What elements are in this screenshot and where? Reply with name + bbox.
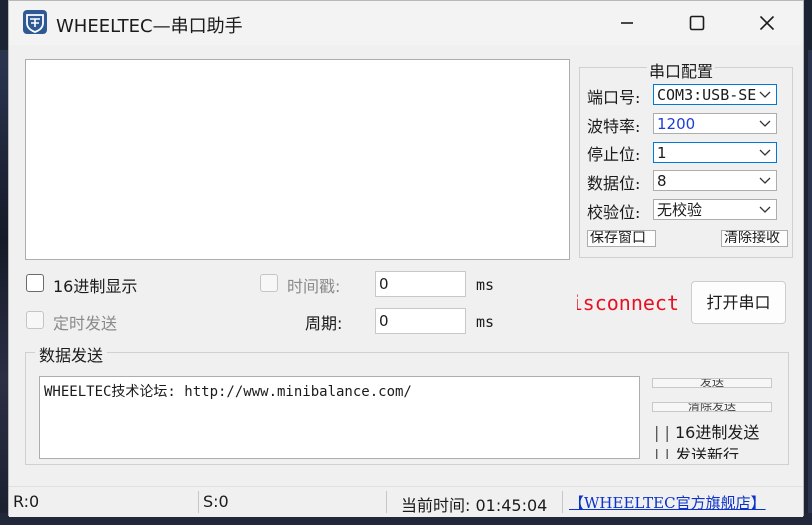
parity-label: 校验位:	[587, 203, 641, 222]
stopbits-select[interactable]: 1	[653, 142, 777, 163]
connection-status: isconnect	[577, 291, 679, 315]
window-title: WHEELTEC—串口助手	[56, 16, 243, 37]
stopbits-label: 停止位:	[587, 145, 641, 164]
clear-receive-button[interactable]: 清除接收	[721, 230, 788, 247]
close-button[interactable]	[739, 1, 795, 45]
clear-send-button[interactable]: 清除发送	[652, 402, 772, 412]
save-window-button[interactable]: 保存窗口	[587, 230, 656, 247]
data-send-title: 数据发送	[35, 342, 108, 366]
port-value: COM3:USB-SE	[657, 86, 757, 104]
send-controls-panel: 发送 清除发送 | | 16进制发送 | | 发送新行	[650, 376, 775, 459]
timestamp-checkbox[interactable]	[260, 274, 278, 292]
timed-send-label: 定时发送	[53, 314, 118, 333]
send-textarea[interactable]: WHEELTEC技术论坛: http://www.minibalance.com…	[39, 376, 640, 459]
open-port-button[interactable]: 打开串口	[691, 281, 786, 324]
port-select[interactable]: COM3:USB-SE	[653, 84, 777, 105]
parity-select[interactable]: 无校验	[653, 199, 777, 220]
period-label: 周期:	[305, 314, 343, 333]
hex-display-label: 16进制显示	[53, 277, 138, 296]
maximize-icon	[689, 15, 705, 31]
app-logo-icon	[23, 10, 47, 34]
tx-count: S:0	[203, 492, 229, 511]
status-divider	[386, 491, 387, 513]
checkbox-edge-icon: | |	[654, 423, 670, 442]
chevron-down-icon	[759, 149, 771, 156]
chevron-down-icon	[759, 120, 771, 127]
databits-select[interactable]: 8	[653, 170, 777, 191]
timestamp-label: 时间戳:	[287, 277, 341, 296]
checkbox-edge-icon: | |	[654, 446, 670, 459]
hex-send-option[interactable]: | | 16进制发送	[654, 419, 759, 443]
baud-label: 波特率:	[587, 117, 641, 136]
current-time: 当前时间: 01:45:04	[401, 496, 548, 515]
chevron-down-icon	[759, 206, 771, 213]
parity-value: 无校验	[657, 201, 703, 219]
rx-count: R:0	[13, 492, 40, 511]
port-label: 端口号:	[587, 88, 641, 107]
newline-option[interactable]: | | 发送新行	[654, 442, 739, 459]
period-input[interactable]: 0	[375, 308, 466, 334]
status-divider	[198, 491, 199, 513]
send-text: WHEELTEC技术论坛: http://www.minibalance.com…	[44, 384, 412, 400]
send-button[interactable]: 发送	[652, 378, 772, 388]
baud-select[interactable]: 1200	[653, 113, 777, 134]
receive-textarea[interactable]	[25, 59, 570, 260]
title-bar: WHEELTEC—串口助手	[9, 1, 803, 45]
status-bar: R:0 S:0 当前时间: 01:45:04 【WHEELTEC官方旗舰店】	[9, 486, 803, 517]
databits-label: 数据位:	[587, 174, 641, 193]
minimize-button[interactable]	[599, 1, 655, 45]
timestamp-unit: ms	[476, 276, 495, 294]
baud-value: 1200	[657, 115, 696, 133]
serial-config-title: 串口配置	[647, 58, 716, 82]
chevron-down-icon	[759, 91, 771, 98]
timed-send-checkbox[interactable]	[26, 311, 44, 329]
maximize-button[interactable]	[669, 1, 725, 45]
desktop-background-right	[808, 50, 812, 525]
newline-label: 发送新行	[674, 446, 739, 459]
chevron-down-icon	[759, 177, 771, 184]
databits-value: 8	[657, 172, 667, 190]
stopbits-value: 1	[657, 144, 667, 162]
period-unit: ms	[476, 313, 495, 331]
serial-assistant-window: WHEELTEC—串口助手 串口配置 端口号: COM3:USB-SE 波特率:…	[8, 0, 804, 517]
status-divider	[562, 491, 563, 513]
hex-display-checkbox[interactable]	[26, 274, 44, 292]
hex-send-label: 16进制发送	[674, 423, 760, 442]
minimize-icon	[621, 22, 633, 24]
close-icon	[759, 15, 775, 31]
store-link[interactable]: 【WHEELTEC官方旗舰店】	[569, 492, 766, 513]
timestamp-input[interactable]: 0	[375, 271, 466, 297]
